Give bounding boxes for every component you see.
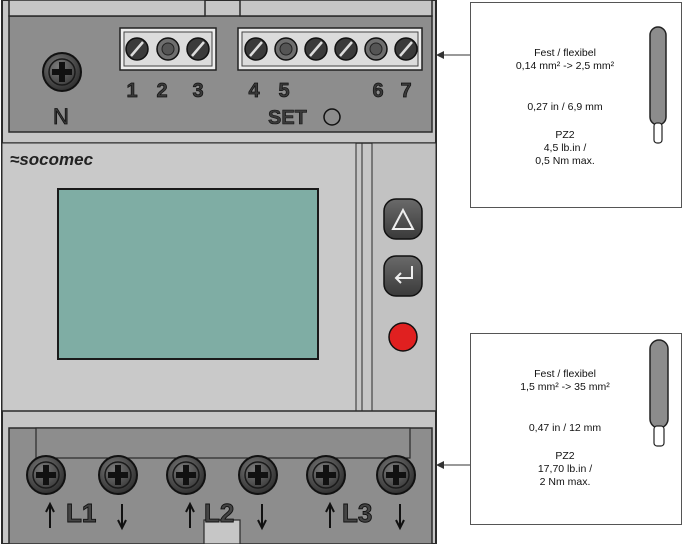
callout-bottom-line2: 1,5 mm² -> 35 mm² xyxy=(520,381,610,393)
callout-top-line6: 0,5 Nm max. xyxy=(535,155,595,167)
terminal-number-label: 7 xyxy=(400,80,411,102)
phase-terminal-screw xyxy=(238,455,278,495)
terminal-screw xyxy=(186,37,210,61)
neutral-screw xyxy=(42,52,82,92)
terminal-hole xyxy=(364,37,388,61)
wire-icon-large xyxy=(649,339,669,447)
terminal-hole xyxy=(274,37,298,61)
terminal-number-label: 5 xyxy=(278,80,289,102)
callout-top-line4: PZ2 xyxy=(555,129,575,141)
callout-bottom-line6: 2 Nm max. xyxy=(539,476,591,488)
terminal-screw xyxy=(394,37,418,61)
terminal-number-label: 4 xyxy=(248,80,260,102)
set-label: SET xyxy=(268,107,307,129)
brand-logo: ≈socomec xyxy=(10,150,94,169)
callout-bottom-line4: PZ2 xyxy=(555,450,575,462)
phase-terminal-screw xyxy=(98,455,138,495)
wire-icon xyxy=(649,26,667,144)
leader-line-top xyxy=(436,51,470,59)
enter-button[interactable] xyxy=(383,255,423,297)
terminal-screw xyxy=(304,37,328,61)
callout-top-line5: 4,5 lb.in / xyxy=(543,142,587,154)
lcd-screen xyxy=(57,188,319,360)
phase-label: L2 xyxy=(204,498,234,528)
callout-bottom-line1: Fest / flexibel xyxy=(534,368,596,380)
terminal-number-label: 1 xyxy=(126,80,137,102)
terminal-number-label: 3 xyxy=(192,80,203,102)
phase-terminal-screw xyxy=(376,455,416,495)
callout-top-line2: 0,14 mm² -> 2,5 mm² xyxy=(515,60,615,72)
phase-terminal-screw xyxy=(26,455,66,495)
terminal-number-label: 2 xyxy=(156,80,167,102)
callout-bottom: Fest / flexibel 1,5 mm² -> 35 mm² 0,47 i… xyxy=(470,333,682,525)
callout-top-line3: 0,27 in / 6,9 mm xyxy=(527,101,603,113)
phase-terminal-screw xyxy=(166,455,206,495)
phase-terminal-screw xyxy=(306,455,346,495)
terminal-screw xyxy=(334,37,358,61)
callout-top-line1: Fest / flexibel xyxy=(534,47,596,59)
terminal-screw xyxy=(244,37,268,61)
terminal-hole xyxy=(156,37,180,61)
terminal-screw xyxy=(125,37,149,61)
phase-label: L3 xyxy=(342,498,372,528)
callout-bottom-line3: 0,47 in / 12 mm xyxy=(528,422,602,434)
leader-line-bottom xyxy=(436,461,470,469)
phase-label: L1 xyxy=(66,498,96,528)
callout-bottom-line5: 17,70 lb.in / xyxy=(537,463,593,475)
neutral-label: N xyxy=(53,104,69,129)
callout-top: Fest / flexibel 0,14 mm² -> 2,5 mm² 0,27… xyxy=(470,2,682,208)
up-arrow-button[interactable] xyxy=(383,198,423,240)
red-button[interactable] xyxy=(388,322,418,352)
terminal-number-label: 6 xyxy=(372,80,383,102)
